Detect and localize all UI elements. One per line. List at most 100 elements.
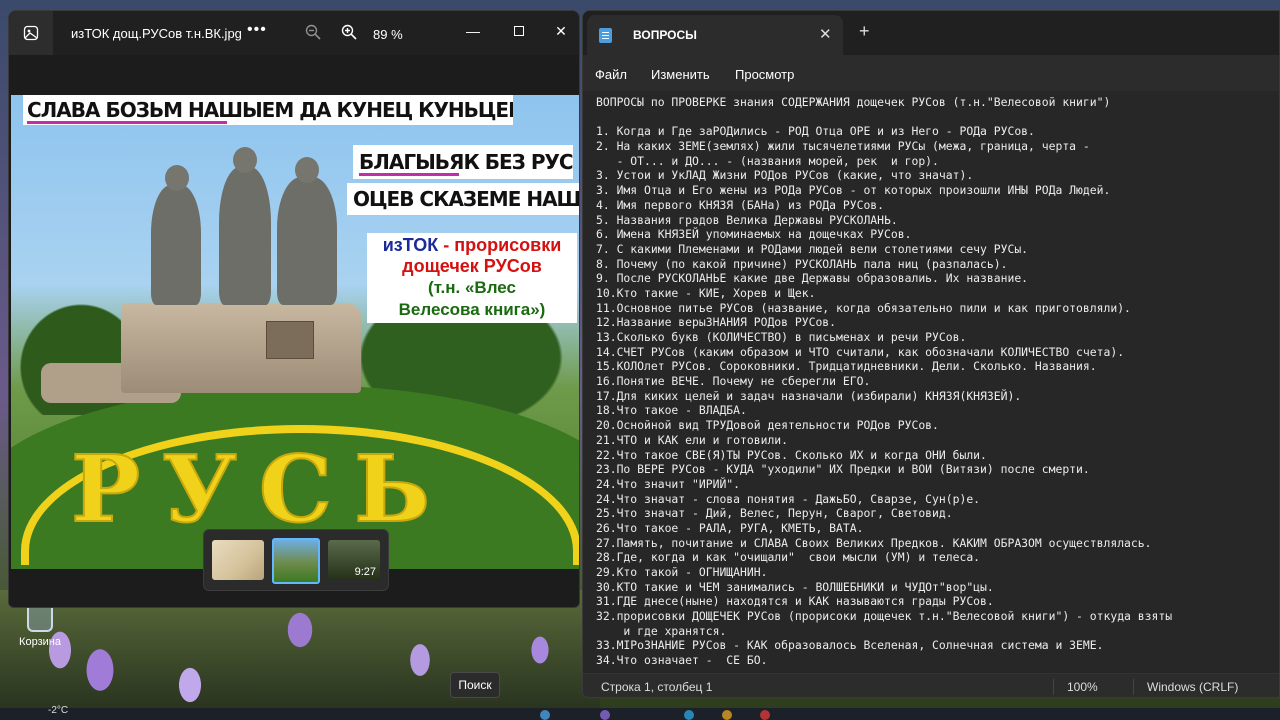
close-button[interactable]: ✕ xyxy=(551,21,571,41)
monument-plaque xyxy=(266,321,314,359)
text-line: 12.Название верыЗНАНИЯ РОДов РУСов. xyxy=(596,315,837,330)
cursor-position: Строка 1, столбец 1 xyxy=(601,680,713,694)
statue-figure xyxy=(219,167,271,305)
text-line: 22.Что такое СВЕ(Я)ТЫ РУСов. Сколько ИХ … xyxy=(596,447,987,462)
taskbar-app-icon[interactable] xyxy=(600,710,610,720)
minimize-button[interactable]: — xyxy=(463,21,483,41)
filmstrip-thumbnail[interactable] xyxy=(212,540,264,580)
text-line: 14.СЧЕТ РУСов (каким образом и ЧТО счита… xyxy=(596,344,1125,359)
text-line: 30.КТО такие и ЧЕМ занимались - ВОЛШЕБНИ… xyxy=(596,579,994,594)
search-tooltip: Поиск xyxy=(450,672,500,698)
text-line: 8. Почему (по какой причине) РУСКОЛАНЬ п… xyxy=(596,256,1008,271)
recycle-bin-label: Корзина xyxy=(19,636,61,648)
status-divider xyxy=(1053,679,1054,695)
zoom-in-icon[interactable] xyxy=(341,24,357,40)
image-title-line: (т.н. «Влес xyxy=(428,278,516,297)
text-line: 26.Что такое - РАЛА, РУГА, КМЕТЬ, ВАТА. xyxy=(596,520,864,535)
monument-pedestal xyxy=(121,303,361,393)
notepad-icon xyxy=(599,28,612,43)
text-line: 3. Имя Отца и Его жены из РОДа РУСов - о… xyxy=(596,183,1111,198)
image-title-line: дощечек РУСов xyxy=(402,256,542,276)
text-line: 21.ЧТО и КАК ели и готовили. xyxy=(596,432,789,447)
text-line: 6. Имена КНЯЗЕЙ упоминаемых на дощечках … xyxy=(596,227,912,242)
line-endings: Windows (CRLF) xyxy=(1147,680,1239,694)
notepad-window: ВОПРОСЫ ✕ + Файл Изменить Просмотр ВОПРО… xyxy=(582,10,1280,698)
displayed-photo: РУСЬ СЛАВА БОЗЬМ НАШЫЕМ ДА КУНЕЦ КУНЬЦЕВ… xyxy=(11,95,579,569)
weather-temperature[interactable]: -2°C xyxy=(48,705,68,716)
photos-titlebar: изТОК дощ.РУСов т.н.ВК.jpg ••• 89 % — ✕ xyxy=(9,11,579,55)
statue-figure xyxy=(277,177,337,305)
image-title-dash: - xyxy=(438,235,455,255)
zoom-out-icon[interactable] xyxy=(305,24,321,40)
text-line: ВОПРОСЫ по ПРОВЕРКЕ знания СОДЕРЖАНИЯ до… xyxy=(596,95,1111,109)
inscription-underline xyxy=(27,121,227,124)
text-line: 33.МIРоЗНАНИЕ РУСов - КАК образовалось В… xyxy=(596,638,1104,653)
flower-word: РУСЬ xyxy=(70,434,452,544)
taskbar-app-icon[interactable] xyxy=(684,710,694,720)
text-line: 7. С какими Племенами и РОДами людей вел… xyxy=(596,241,1029,256)
notepad-titlebar: ВОПРОСЫ ✕ + xyxy=(583,11,1279,55)
text-line: 27.Память, почитание и СЛАВА Своих Велик… xyxy=(596,535,1152,550)
photos-window: изТОК дощ.РУСов т.н.ВК.jpg ••• 89 % — ✕ … xyxy=(8,10,580,608)
statue-head xyxy=(295,157,319,183)
inscription-banner: ОЦЕВ СКАЗЕМЕ НАШЫЕ xyxy=(347,183,579,215)
text-line: 20.Оснойной вид ТРУДовой деятельности РО… xyxy=(596,418,939,433)
more-options-button[interactable]: ••• xyxy=(247,21,267,39)
image-title-word: изТОК xyxy=(382,235,439,255)
menu-edit[interactable]: Изменить xyxy=(651,67,710,82)
video-duration: 9:27 xyxy=(354,566,376,578)
text-line: 9. После РУСКОЛАНЬЕ какие две Державы об… xyxy=(596,271,1029,286)
text-line: - ОТ... и ДО... - (названия морей, рек и… xyxy=(596,153,939,168)
recycle-bin-icon xyxy=(27,604,53,632)
text-line: 16.Понятие ВЕЧЕ. Почему не сберегли ЕГО. xyxy=(596,374,871,389)
taskbar-app-icon[interactable] xyxy=(722,710,732,720)
text-line: 25.Что значат - Дий, Велес, Перун, Сваро… xyxy=(596,506,953,521)
image-title-line: Велесова книга») xyxy=(398,300,546,319)
text-line: 23.По ВЕРЕ РУСов - КУДА "уходили" ИХ Пре… xyxy=(596,462,1090,477)
menu-view[interactable]: Просмотр xyxy=(735,67,794,82)
text-line: 24.Что значит "ИРИЙ". xyxy=(596,476,741,491)
inscription-text: БЛАГЫЬЯК БЕЗ РУСЕ xyxy=(359,150,573,174)
filmstrip: 9:27 xyxy=(203,529,389,591)
inscription-underline xyxy=(359,173,459,176)
text-line: 1. Когда и Где заРОДились - РОД Отца ОРЕ… xyxy=(596,124,1035,139)
status-bar: Строка 1, столбец 1 100% Windows (CRLF) xyxy=(583,673,1279,697)
statue-head xyxy=(233,147,257,173)
statue-figure xyxy=(151,185,201,305)
image-title-line: изТОК - прорисовки xyxy=(367,235,577,255)
text-line: 4. Имя первого КНЯЗЯ (БАНа) из РОДа РУСо… xyxy=(596,197,885,212)
text-line: 18.Что такое - ВЛАДБА. xyxy=(596,403,747,418)
filmstrip-thumbnail-selected[interactable] xyxy=(272,538,320,584)
text-line: 2. На каких ЗЕМЕ(землях) жили тысячелети… xyxy=(596,139,1090,154)
text-line: 15.КОЛОлет РУСов. Сороковники. Тридцатид… xyxy=(596,359,1097,374)
new-tab-button[interactable]: + xyxy=(859,21,870,42)
image-title-box: изТОК - прорисовки дощечек РУСов (т.н. «… xyxy=(367,233,577,323)
text-line: 34.Что означает - СЕ БО. xyxy=(596,653,768,668)
photo-filename: изТОК дощ.РУСов т.н.ВК.jpg xyxy=(71,26,242,41)
close-icon: ✕ xyxy=(555,22,567,39)
text-editor[interactable]: ВОПРОСЫ по ПРОВЕРКЕ знания СОДЕРЖАНИЯ до… xyxy=(583,91,1279,671)
statue-head xyxy=(165,165,189,191)
status-divider xyxy=(1133,679,1134,695)
inscription-text: СЛАВА БОЗЬМ НАШЫЕМ ДА КУНЕЦ КУНЬЦЕВЬ КОЛ… xyxy=(27,98,513,122)
text-line: 24.Что значат - слова понятия - ДажьБО, … xyxy=(596,491,981,506)
zoom-level: 89 % xyxy=(373,27,403,42)
maximize-button[interactable] xyxy=(509,21,529,41)
text-line: 28.Где, когда и как "очищали" свои мысли… xyxy=(596,550,981,565)
minimize-icon: — xyxy=(466,23,480,39)
tab-close-icon[interactable]: ✕ xyxy=(819,25,832,43)
recycle-bin[interactable]: Корзина xyxy=(10,604,70,648)
tab-voprosy[interactable]: ВОПРОСЫ ✕ xyxy=(587,15,843,55)
filmstrip-thumbnail-video[interactable]: 9:27 xyxy=(328,540,380,580)
text-line: 10.Кто такие - КИЕ, Хорев и Щек. xyxy=(596,285,816,300)
photos-app-icon[interactable] xyxy=(9,11,53,55)
text-line: 13.Сколько букв (КОЛИЧЕСТВО) в письменах… xyxy=(596,330,967,344)
text-line: 32.прорисовки ДОЩЕЧЕК РУСов (прорисоки д… xyxy=(596,609,1173,624)
taskbar-app-icon[interactable] xyxy=(540,710,550,720)
taskbar-app-icon[interactable] xyxy=(760,710,770,720)
status-zoom: 100% xyxy=(1067,680,1098,694)
menu-file[interactable]: Файл xyxy=(595,67,627,82)
text-line: 29.Кто такой - ОГНИЩАНИН. xyxy=(596,565,768,579)
image-canvas[interactable]: РУСЬ СЛАВА БОЗЬМ НАШЫЕМ ДА КУНЕЦ КУНЬЦЕВ… xyxy=(9,55,579,607)
text-line: 17.Для киких целей и задач назначали (из… xyxy=(596,388,1022,403)
